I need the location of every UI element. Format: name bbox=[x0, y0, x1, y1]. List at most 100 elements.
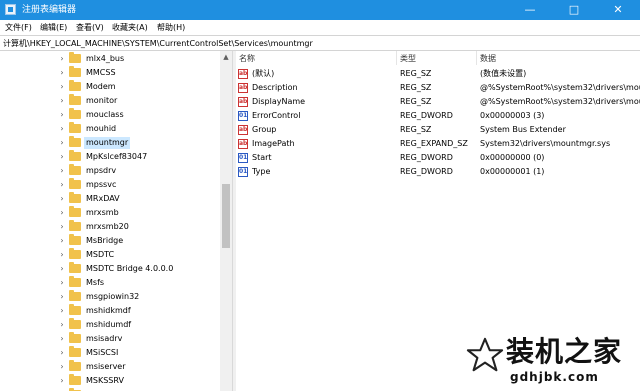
expand-arrow-icon[interactable]: › bbox=[58, 207, 66, 219]
expand-arrow-icon[interactable]: › bbox=[58, 109, 66, 121]
tree-item[interactable]: › mouclass bbox=[0, 108, 220, 122]
tree-item-label: mshidumdf bbox=[86, 320, 132, 329]
tree-item[interactable]: › mpssvc bbox=[0, 178, 220, 192]
menu-favorites[interactable]: 收藏夹(A) bbox=[112, 22, 148, 33]
tree-item[interactable]: › mshidkmdf bbox=[0, 304, 220, 318]
expand-arrow-icon[interactable]: › bbox=[58, 137, 66, 149]
tree-item-label: msiserver bbox=[86, 362, 126, 371]
expand-arrow-icon[interactable]: › bbox=[58, 235, 66, 247]
column-type-header[interactable]: 类型 bbox=[400, 53, 416, 64]
value-name: (默认) bbox=[252, 69, 275, 78]
expand-arrow-icon[interactable]: › bbox=[58, 305, 66, 317]
value-name: DisplayName bbox=[252, 97, 306, 106]
tree-item-label: MSKSSRV bbox=[86, 376, 124, 385]
menu-help[interactable]: 帮助(H) bbox=[157, 22, 185, 33]
expand-arrow-icon[interactable]: › bbox=[58, 347, 66, 359]
folder-icon bbox=[69, 276, 81, 287]
column-separator[interactable] bbox=[476, 51, 477, 65]
value-row[interactable]: ab Group REG_SZ System Bus Extender bbox=[236, 123, 640, 137]
expand-arrow-icon[interactable]: › bbox=[58, 151, 66, 163]
string-value-icon: ab bbox=[238, 97, 248, 107]
folder-icon bbox=[69, 290, 81, 301]
close-button[interactable]: ✕ bbox=[596, 0, 640, 20]
value-type: REG_EXPAND_SZ bbox=[400, 139, 468, 148]
tree-item[interactable]: › MRxDAV bbox=[0, 192, 220, 206]
tree-item-label: msisadrv bbox=[86, 334, 123, 343]
expand-arrow-icon[interactable]: › bbox=[58, 263, 66, 275]
expand-arrow-icon[interactable]: › bbox=[58, 67, 66, 79]
tree-item-label: monitor bbox=[86, 96, 118, 105]
window-title: 注册表编辑器 bbox=[22, 5, 77, 15]
folder-icon bbox=[69, 304, 81, 315]
expand-arrow-icon[interactable]: › bbox=[58, 81, 66, 93]
value-type: REG_SZ bbox=[400, 83, 432, 92]
tree-item[interactable]: › mlx4_bus bbox=[0, 52, 220, 66]
expand-arrow-icon[interactable]: › bbox=[58, 221, 66, 233]
tree-item[interactable]: › msisadrv bbox=[0, 332, 220, 346]
regedit-app-icon bbox=[5, 4, 16, 15]
menu-edit[interactable]: 编辑(E) bbox=[40, 22, 67, 33]
expand-arrow-icon[interactable]: › bbox=[58, 123, 66, 135]
expand-arrow-icon[interactable]: › bbox=[58, 375, 66, 387]
value-data: @%SystemRoot%\system32\drivers\moun bbox=[480, 97, 640, 106]
tree-item-label: MRxDAV bbox=[86, 194, 120, 203]
tree-item[interactable]: › mouhid bbox=[0, 122, 220, 136]
tree-item[interactable]: › msgpiowin32 bbox=[0, 290, 220, 304]
tree-item-label: MsBridge bbox=[86, 236, 124, 245]
expand-arrow-icon[interactable]: › bbox=[58, 249, 66, 261]
tree-item[interactable]: › MSiSCSI bbox=[0, 346, 220, 360]
value-row[interactable]: ab (默认) REG_SZ (数值未设置) bbox=[236, 67, 640, 81]
expand-arrow-icon[interactable]: › bbox=[58, 361, 66, 373]
value-row[interactable]: ab DisplayName REG_SZ @%SystemRoot%\system3… bbox=[236, 95, 640, 109]
tree-item[interactable]: › MpKslcef83047 bbox=[0, 150, 220, 164]
folder-icon bbox=[69, 52, 81, 63]
tree-item[interactable]: › msiserver bbox=[0, 360, 220, 374]
folder-icon bbox=[69, 136, 81, 147]
expand-arrow-icon[interactable]: › bbox=[58, 193, 66, 205]
tree-item[interactable]: › Modem bbox=[0, 80, 220, 94]
tree-item[interactable]: › MMCSS bbox=[0, 66, 220, 80]
value-row[interactable]: ab Description REG_SZ @%SystemRoot%\system3… bbox=[236, 81, 640, 95]
expand-arrow-icon[interactable]: › bbox=[58, 277, 66, 289]
tree-item[interactable]: › MSKSSRV bbox=[0, 374, 220, 388]
menu-file[interactable]: 文件(F) bbox=[5, 22, 32, 33]
expand-arrow-icon[interactable]: › bbox=[58, 291, 66, 303]
value-row[interactable]: 01 Type REG_DWORD 0x00000001 (1) bbox=[236, 165, 640, 179]
watermark: 装机之家 gdhjbk.com bbox=[466, 330, 636, 388]
value-row[interactable]: ab ImagePath REG_EXPAND_SZ System32\drivers… bbox=[236, 137, 640, 151]
value-type: REG_SZ bbox=[400, 125, 432, 134]
tree-item[interactable]: › MSDTC bbox=[0, 248, 220, 262]
expand-arrow-icon[interactable]: › bbox=[58, 333, 66, 345]
value-name: ErrorControl bbox=[252, 111, 301, 120]
address-bar[interactable]: 计算机\HKEY_LOCAL_MACHINE\SYSTEM\CurrentCon… bbox=[0, 35, 640, 51]
value-name: Group bbox=[252, 125, 277, 134]
tree-item[interactable]: › Msfs bbox=[0, 276, 220, 290]
expand-arrow-icon[interactable]: › bbox=[58, 53, 66, 65]
menu-view[interactable]: 查看(V) bbox=[76, 22, 104, 33]
expand-arrow-icon[interactable]: › bbox=[58, 179, 66, 191]
value-row[interactable]: 01 ErrorControl REG_DWORD 0x00000003 (3) bbox=[236, 109, 640, 123]
tree-item[interactable]: › monitor bbox=[0, 94, 220, 108]
value-data: 0x00000003 (3) bbox=[480, 111, 545, 120]
folder-icon bbox=[69, 262, 81, 273]
column-data-header[interactable]: 数据 bbox=[480, 53, 496, 64]
scroll-thumb[interactable] bbox=[222, 184, 230, 248]
tree-item[interactable]: › mshidumdf bbox=[0, 318, 220, 332]
tree-item-label: mountmgr bbox=[84, 137, 131, 149]
scroll-up-icon[interactable]: ▲ bbox=[220, 51, 232, 63]
expand-arrow-icon[interactable]: › bbox=[58, 319, 66, 331]
expand-arrow-icon[interactable]: › bbox=[58, 165, 66, 177]
tree-item[interactable]: › MsBridge bbox=[0, 234, 220, 248]
column-name-header[interactable]: 名称 bbox=[239, 53, 255, 64]
tree-item[interactable]: › MSDTC Bridge 4.0.0.0 bbox=[0, 262, 220, 276]
expand-arrow-icon[interactable]: › bbox=[58, 95, 66, 107]
tree-item[interactable]: › mountmgr bbox=[0, 136, 220, 150]
tree-scrollbar[interactable]: ▲ bbox=[220, 51, 232, 391]
minimize-button[interactable]: — bbox=[508, 0, 552, 20]
value-row[interactable]: 01 Start REG_DWORD 0x00000000 (0) bbox=[236, 151, 640, 165]
tree-item[interactable]: › mpsdrv bbox=[0, 164, 220, 178]
tree-item[interactable]: › mrxsmb bbox=[0, 206, 220, 220]
maximize-button[interactable]: □ bbox=[552, 0, 596, 20]
column-separator[interactable] bbox=[396, 51, 397, 65]
tree-item[interactable]: › mrxsmb20 bbox=[0, 220, 220, 234]
